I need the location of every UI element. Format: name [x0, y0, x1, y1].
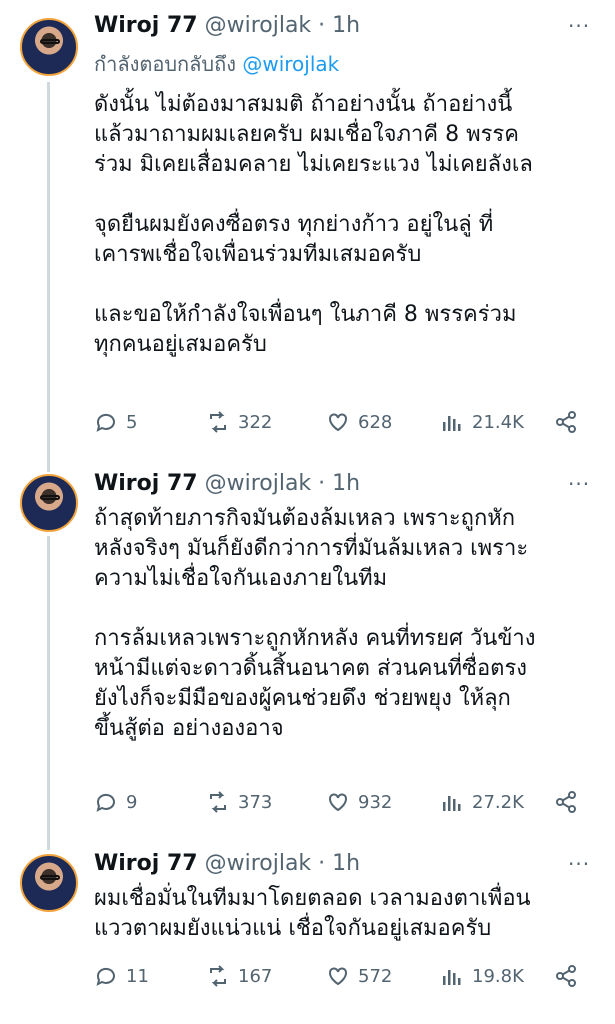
tweet[interactable]: Wiroj 77 @wirojlak · 1h ··· กำลังตอบกลับ…	[0, 0, 615, 460]
retweet-count: 167	[238, 965, 273, 987]
like-count: 572	[358, 965, 393, 987]
reply-icon	[96, 793, 115, 812]
tweet-header: Wiroj 77 @wirojlak · 1h	[94, 12, 360, 40]
action-bar: 11 167 572 19.8K	[94, 964, 594, 994]
like-count: 628	[358, 411, 393, 433]
reply-button[interactable]: 11	[94, 964, 149, 988]
avatar[interactable]	[20, 18, 78, 76]
like-icon	[329, 793, 347, 812]
retweet-count: 322	[238, 411, 273, 433]
reply-count: 11	[126, 965, 149, 987]
author-handle[interactable]: @wirojlak	[205, 13, 312, 38]
views-button[interactable]: 19.8K	[440, 964, 524, 988]
mention-link[interactable]: @wirojlak	[242, 52, 339, 76]
views-button[interactable]: 21.4K	[440, 410, 524, 434]
timestamp[interactable]: 1h	[332, 13, 360, 38]
retweet-icon	[210, 965, 226, 987]
author-name[interactable]: Wiroj 77	[94, 471, 198, 496]
like-icon	[329, 967, 347, 986]
avatar[interactable]	[20, 474, 78, 532]
tweet-text: ถ้าสุดท้ายภารกิจมันต้องล้มเหลว เพราะถูกห…	[94, 506, 536, 741]
author-handle[interactable]: @wirojlak	[205, 471, 312, 496]
like-button[interactable]: 932	[326, 790, 392, 814]
views-count: 19.8K	[472, 965, 524, 987]
retweet-button[interactable]: 322	[206, 410, 272, 434]
retweet-icon	[210, 791, 226, 813]
reply-icon	[96, 967, 115, 986]
more-icon[interactable]: ···	[568, 14, 590, 38]
tweet-text: ดังนั้น ไม่ต้องมาสมมติ ถ้าอย่างนั้น ถ้าอ…	[94, 92, 533, 357]
views-count: 27.2K	[472, 791, 524, 813]
tweet-header: Wiroj 77 @wirojlak · 1h	[94, 850, 360, 878]
views-icon	[443, 970, 461, 985]
share-button[interactable]	[554, 790, 578, 814]
tweet-text: ผมเชื่อมั่นในทีมมาโดยตลอด เวลามองตาเพื่อ…	[94, 886, 531, 941]
share-icon	[556, 965, 576, 987]
share-icon	[556, 411, 576, 433]
separator: ·	[318, 851, 326, 876]
views-button[interactable]: 27.2K	[440, 790, 524, 814]
tweet[interactable]: Wiroj 77 @wirojlak · 1h ··· ถ้าสุดท้ายภา…	[0, 460, 615, 840]
reply-icon	[96, 413, 115, 432]
action-bar: 9 373 932 27.2K	[94, 790, 594, 820]
tweet-header: Wiroj 77 @wirojlak · 1h	[94, 470, 360, 498]
timestamp[interactable]: 1h	[332, 471, 360, 496]
avatar[interactable]	[20, 854, 78, 912]
share-button[interactable]	[554, 410, 578, 434]
like-button[interactable]: 572	[326, 964, 392, 988]
author-name[interactable]: Wiroj 77	[94, 13, 198, 38]
reply-button[interactable]: 5	[94, 410, 137, 434]
action-bar: 5 322 628 21.4K	[94, 410, 594, 440]
share-button[interactable]	[554, 964, 578, 988]
reply-button[interactable]: 9	[94, 790, 137, 814]
replying-prefix: กำลังตอบกลับถึง	[94, 52, 236, 76]
retweet-icon	[210, 411, 226, 433]
views-count: 21.4K	[472, 411, 524, 433]
separator: ·	[318, 13, 326, 38]
retweet-button[interactable]: 167	[206, 964, 272, 988]
replying-to: กำลังตอบกลับถึง @wirojlak	[94, 50, 339, 78]
like-icon	[329, 413, 347, 432]
like-button[interactable]: 628	[326, 410, 392, 434]
separator: ·	[318, 471, 326, 496]
share-icon	[556, 791, 576, 813]
views-icon	[443, 796, 461, 811]
author-name[interactable]: Wiroj 77	[94, 851, 198, 876]
more-icon[interactable]: ···	[568, 852, 590, 876]
retweet-count: 373	[238, 791, 273, 813]
more-icon[interactable]: ···	[568, 472, 590, 496]
tweet[interactable]: Wiroj 77 @wirojlak · 1h ··· ผมเชื่อมั่นใ…	[0, 840, 615, 1024]
reply-count: 5	[126, 411, 138, 433]
reply-count: 9	[126, 791, 138, 813]
retweet-button[interactable]: 373	[206, 790, 272, 814]
timestamp[interactable]: 1h	[332, 851, 360, 876]
views-icon	[443, 416, 461, 431]
author-handle[interactable]: @wirojlak	[205, 851, 312, 876]
like-count: 932	[358, 791, 393, 813]
